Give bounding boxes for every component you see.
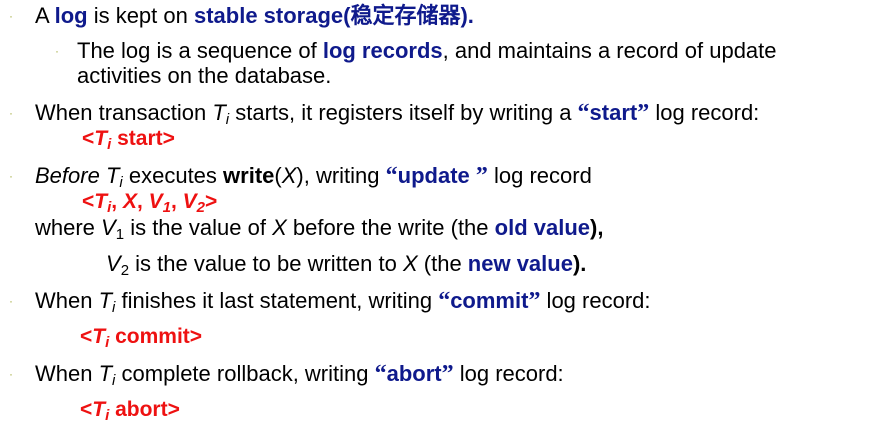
log-record-commit: <Ti commit>	[80, 324, 202, 350]
text: >	[205, 190, 218, 213]
quote: “	[438, 288, 451, 314]
quote: “	[385, 163, 398, 189]
bullet-marker: ·	[9, 294, 13, 308]
sub-bullet-marker: ·	[55, 44, 59, 58]
keyword-commit: commit	[450, 288, 529, 313]
bullet-commit: When Ti finishes it last statement, writ…	[35, 288, 651, 315]
var-t: T	[98, 361, 113, 386]
text: is the value to be written to	[129, 251, 403, 276]
quote: ”	[637, 100, 650, 126]
text: where	[35, 215, 102, 240]
var-t: T	[98, 288, 113, 313]
quote: “	[374, 361, 387, 387]
text: log record:	[540, 288, 651, 313]
log-record-abort: <Ti abort>	[80, 397, 180, 423]
var-x: X	[402, 251, 418, 276]
quote: ”	[528, 288, 541, 314]
text: When	[35, 361, 99, 386]
text: <	[82, 190, 95, 213]
text: is kept on	[87, 3, 194, 28]
slide: { "colors": {"keyword_blue": "#0f1a8c", …	[0, 0, 882, 441]
text: complete rollback, writing	[115, 361, 375, 386]
text: executes	[122, 163, 224, 188]
text: log record:	[453, 361, 564, 386]
var-t: T	[94, 190, 108, 213]
text: ,	[111, 190, 123, 213]
text: <	[80, 398, 93, 421]
keyword-log-records: log records	[322, 38, 443, 63]
text: , and maintains a record of update	[442, 38, 777, 63]
text: When	[35, 288, 99, 313]
var-t: T	[92, 398, 106, 421]
keyword-update: update	[397, 163, 476, 188]
keyword-new-value: new value	[467, 251, 573, 276]
var-x: X	[272, 215, 287, 240]
quote: ”	[475, 163, 488, 189]
quote: “	[577, 100, 590, 126]
bullet-marker: ·	[9, 9, 13, 23]
keyword-stable-storage: stable storage(稳定存储器).	[193, 3, 474, 28]
text: finishes it last statement, writing	[115, 288, 439, 313]
text: (the	[417, 251, 468, 276]
var-x: X	[281, 163, 297, 188]
text: is the value of	[124, 215, 273, 240]
text-before: Before	[35, 163, 100, 188]
keyword-log: log	[54, 3, 88, 28]
log-record-start: <Ti start>	[82, 126, 175, 152]
bullet-marker: ·	[9, 169, 13, 183]
where-new-value: V2 is the value to be written to X (the …	[106, 251, 587, 279]
var-t: T	[212, 100, 226, 125]
sub-bullet-line2: activities on the database.	[77, 63, 332, 88]
keyword-abort: abort	[386, 361, 442, 386]
sub-1: 1	[162, 199, 171, 216]
text: before the write (the	[286, 215, 495, 240]
bullet-transaction-start: When transaction Ti starts, it registers…	[35, 100, 760, 127]
sub-bullet-log-records: The log is a sequence of log records, an…	[77, 38, 777, 64]
text: ), writing	[296, 163, 386, 188]
sub-2: 2	[120, 262, 130, 279]
text: <	[82, 127, 95, 150]
text: ).	[572, 251, 587, 276]
sub-2: 2	[196, 199, 206, 216]
bullet-log-stable-storage: A log is kept on stable storage(稳定存储器).	[35, 3, 474, 29]
sub-1: 1	[115, 226, 125, 243]
text: starts, it registers itself by writing a	[229, 100, 578, 125]
bullet-marker: ·	[9, 106, 13, 120]
bullet-before-write: Before Ti executes write(X), writing “up…	[35, 163, 592, 190]
text: abort>	[109, 398, 180, 421]
text: When transaction	[35, 100, 213, 125]
keyword-start: start	[589, 100, 638, 125]
text: log record	[487, 163, 592, 188]
bullet-marker: ·	[9, 367, 13, 381]
text: <	[80, 325, 93, 348]
var-t: T	[94, 127, 108, 150]
var-v: V	[106, 251, 121, 276]
text: A	[35, 3, 55, 28]
keyword-write: write	[223, 163, 275, 188]
bullet-abort: When Ti complete rollback, writing “abor…	[35, 361, 564, 388]
var-v1: V	[148, 190, 163, 213]
text: ),	[590, 215, 604, 240]
text: (	[274, 163, 282, 188]
text: ,	[170, 190, 183, 213]
text: commit>	[109, 325, 203, 348]
where-old-value: where V1 is the value of X before the wr…	[35, 215, 604, 243]
log-record-update: <Ti, X, V1, V2>	[82, 189, 217, 215]
text: log record:	[649, 100, 760, 125]
var-v2: V	[182, 190, 197, 213]
var-t: T	[92, 325, 106, 348]
text: The log is a sequence of	[77, 38, 323, 63]
keyword-old-value: old value	[494, 215, 590, 240]
text: ,	[136, 190, 149, 213]
quote: ”	[441, 361, 454, 387]
var-x: X	[122, 190, 137, 213]
text: start>	[111, 127, 175, 150]
var-t: T	[105, 163, 120, 188]
var-v: V	[101, 215, 116, 240]
